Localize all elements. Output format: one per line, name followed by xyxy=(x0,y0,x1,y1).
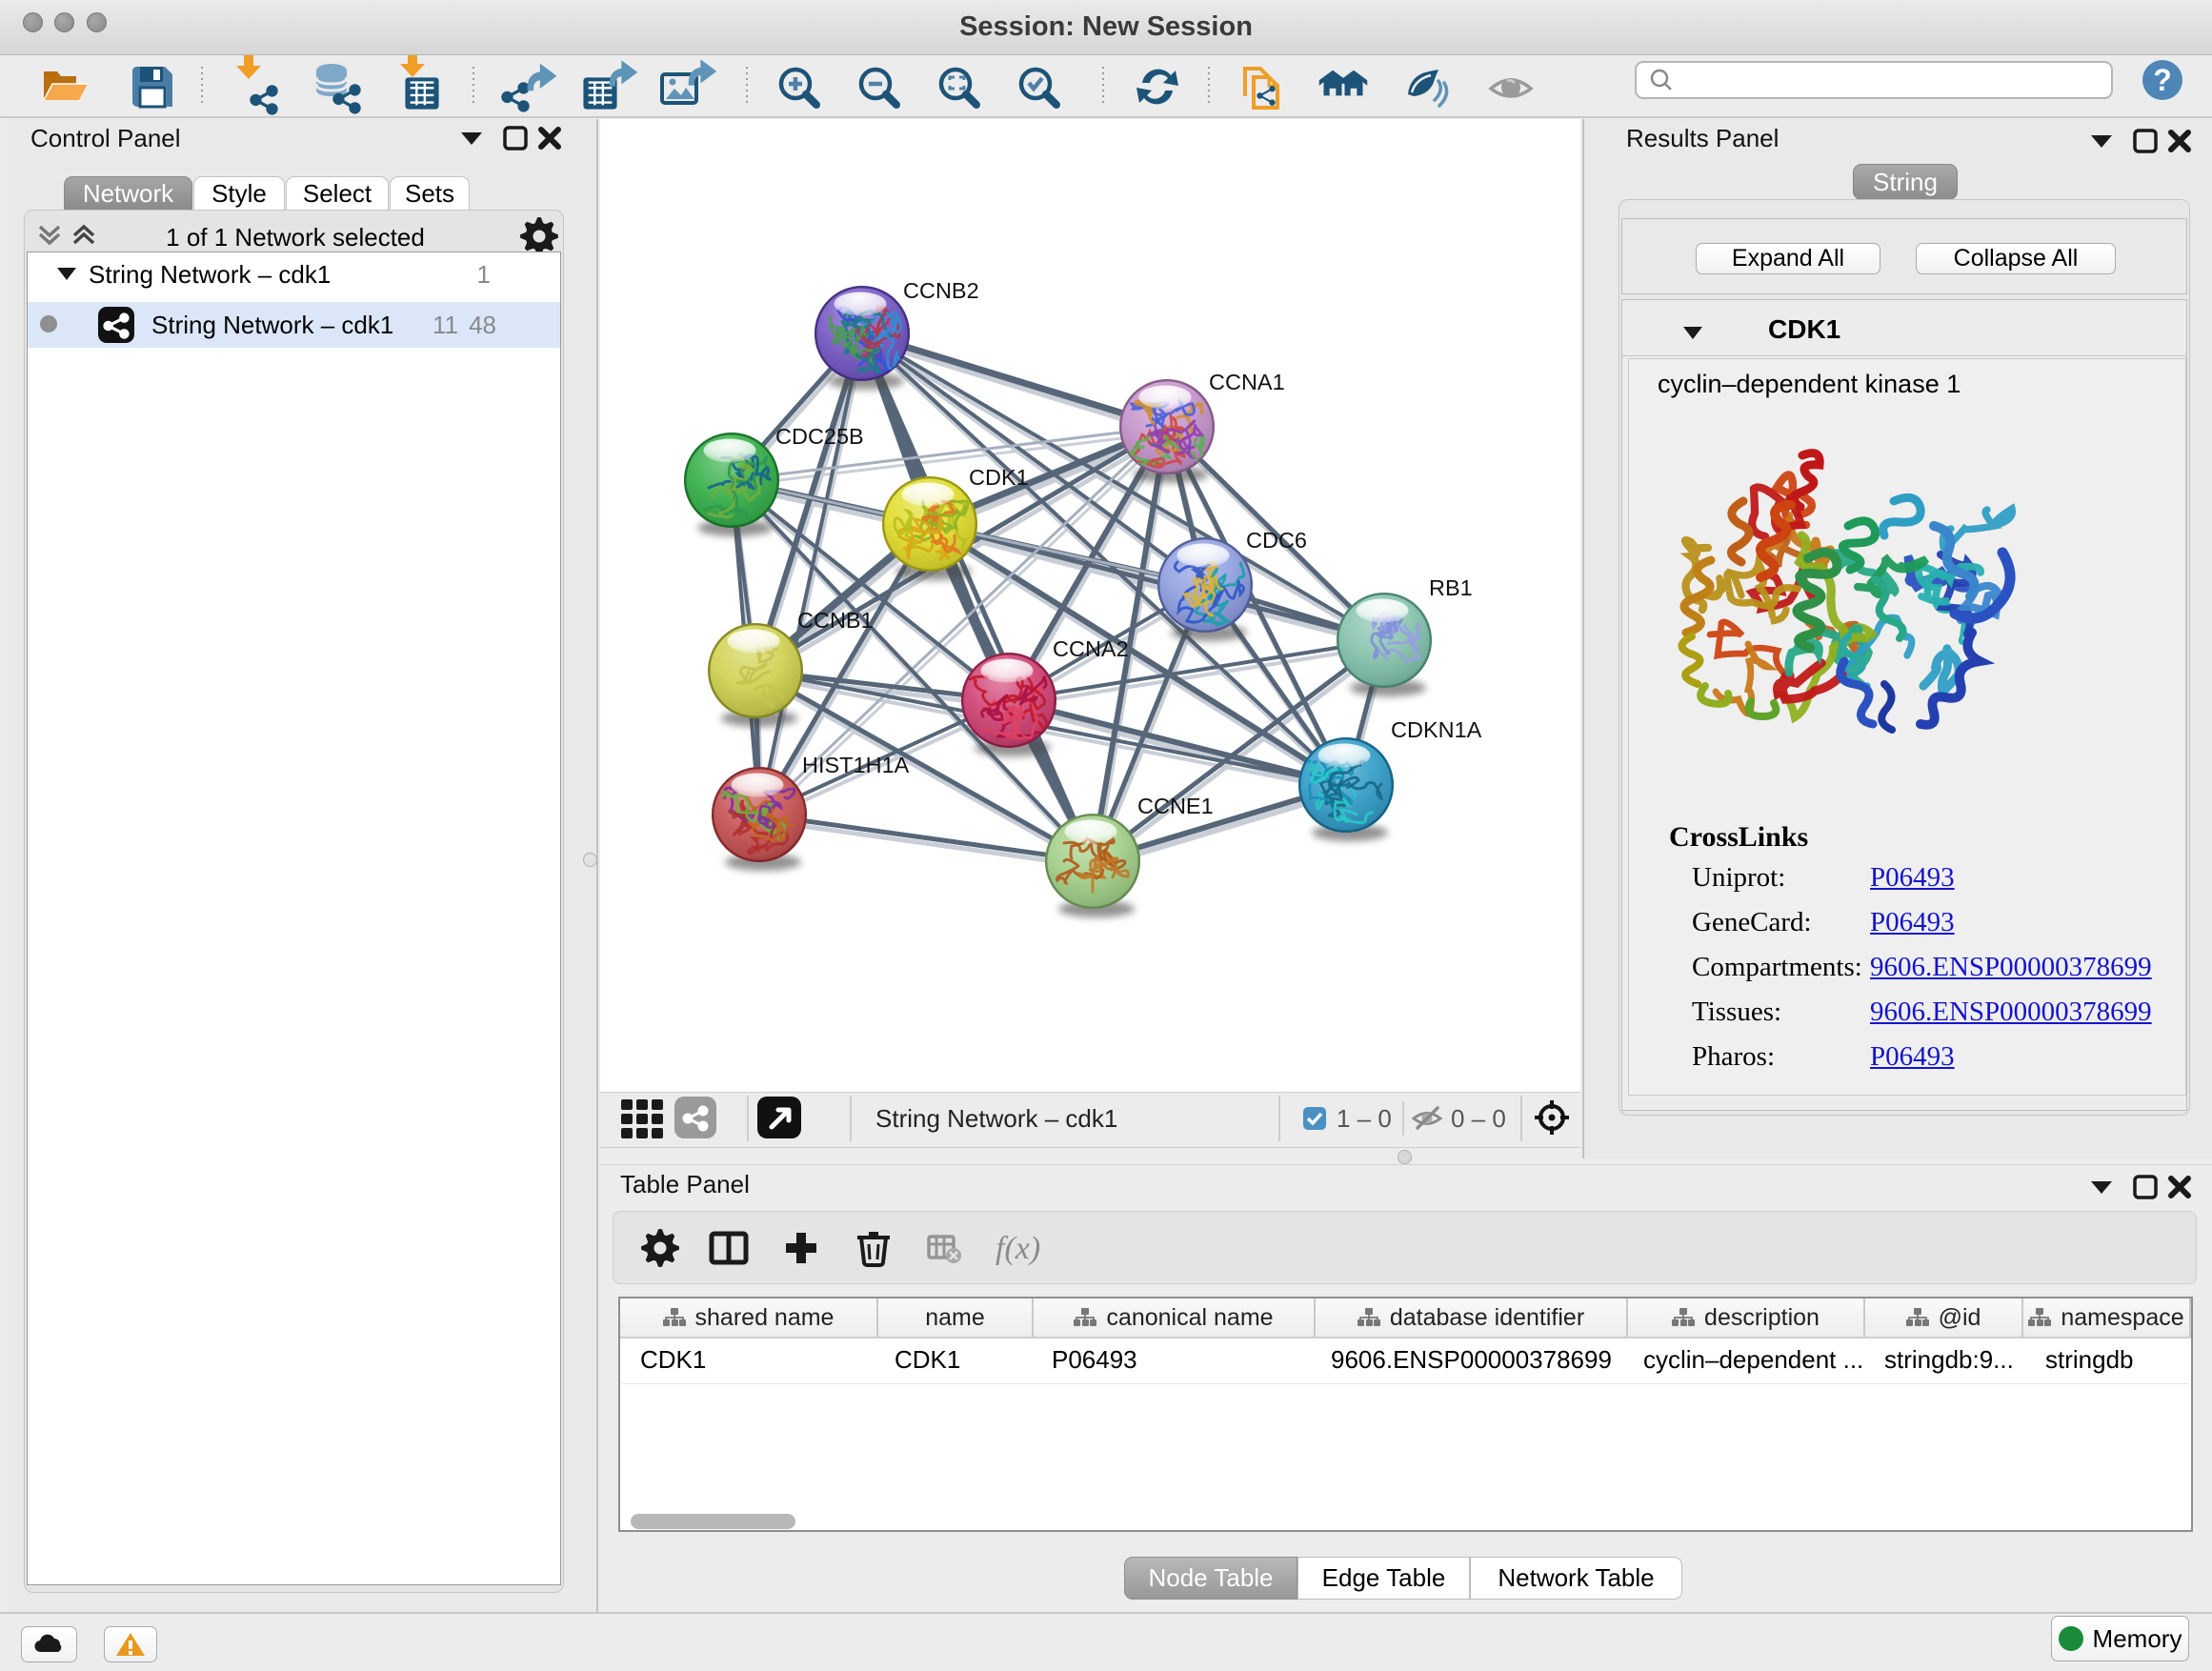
svg-text:CCNE1: CCNE1 xyxy=(1137,794,1214,818)
svg-text:RB1: RB1 xyxy=(1429,575,1473,600)
svg-text:CDK1: CDK1 xyxy=(969,465,1029,490)
svg-text:CDC25B: CDC25B xyxy=(775,424,864,449)
svg-text:CCNA2: CCNA2 xyxy=(1053,636,1129,661)
svg-text:CDKN1A: CDKN1A xyxy=(1391,717,1482,742)
svg-text:1 – 0: 1 – 0 xyxy=(1337,1104,1392,1133)
svg-text:CCNB1: CCNB1 xyxy=(797,608,874,633)
svg-text:0 – 0: 0 – 0 xyxy=(1451,1104,1506,1133)
svg-text:String Network – cdk1: String Network – cdk1 xyxy=(875,1104,1117,1133)
svg-text:HIST1H1A: HIST1H1A xyxy=(802,753,910,777)
svg-text:CDC6: CDC6 xyxy=(1246,528,1307,553)
svg-text:?: ? xyxy=(2153,63,2172,97)
svg-text:CCNA1: CCNA1 xyxy=(1209,370,1285,394)
svg-text:f(x): f(x) xyxy=(995,1231,1040,1266)
svg-text:CCNB2: CCNB2 xyxy=(903,278,979,303)
